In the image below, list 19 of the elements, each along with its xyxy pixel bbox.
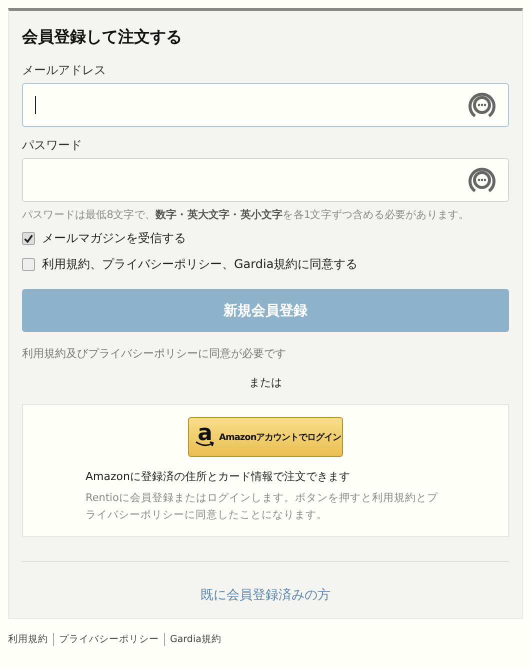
- form-title: 会員登録して注文する: [22, 27, 183, 48]
- input-field[interactable]: [22, 158, 509, 202]
- amazon-login-button[interactable]: a Amazonアカウントでログイン: [188, 417, 343, 457]
- footer-link[interactable]: 利用規約: [8, 633, 48, 646]
- checkbox[interactable]: [22, 258, 35, 271]
- input-field[interactable]: [22, 83, 509, 127]
- amazon-description: Amazonに登録済の住所とカード情報で注文できます: [86, 469, 351, 484]
- checkbox[interactable]: [22, 232, 35, 245]
- consent-note: 利用規約及びプライバシーポリシーに同意が必要です: [22, 346, 287, 361]
- checkbox-label: メールマガジンを受信する: [42, 230, 186, 247]
- amazon-logo: a: [195, 423, 215, 451]
- footer-link[interactable]: Gardia規約: [164, 633, 222, 646]
- password-hint: パスワードは最低8文字で、数字・英大文字・英小文字を各1文字ずつ含める必要があります。: [22, 208, 470, 222]
- or-text: または: [249, 376, 282, 389]
- field-label: パスワード: [22, 137, 83, 154]
- footer-link[interactable]: プライバシーポリシー: [53, 633, 159, 646]
- checkbox-label: 利用規約、プライバシーポリシー、Gardia規約に同意する: [42, 256, 358, 273]
- amazon-note: Rentioに会員登録またはログインします。ボタンを押すと利用規約とプライバシーポリシーに同意したことになります。: [86, 491, 439, 523]
- field-label: メールアドレス: [22, 62, 107, 79]
